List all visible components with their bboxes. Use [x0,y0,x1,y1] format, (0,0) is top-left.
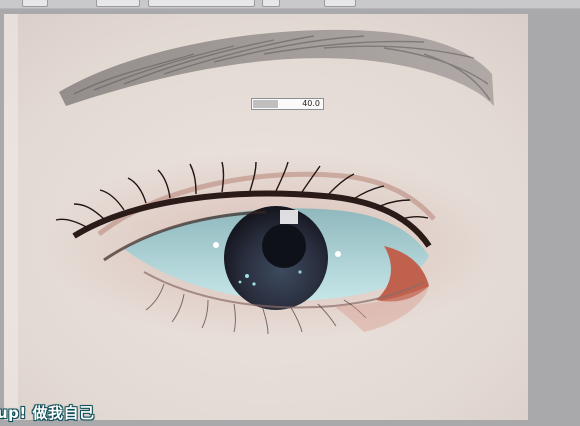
eye-painting [4,14,528,420]
brush-size-slider[interactable]: 40.0 [251,98,324,110]
toolbar-button[interactable] [262,0,280,7]
toolbar-button[interactable] [148,0,255,7]
brush-size-value: 40.0 [302,99,320,108]
brush-size-fill [253,100,278,108]
toolbar-button[interactable] [324,0,356,7]
toolbar-button[interactable] [96,0,140,7]
toolbar-button[interactable] [22,0,48,7]
drawing-canvas[interactable]: 40.0 [4,14,528,420]
top-toolbar [0,0,580,9]
subtitle-caption: up! 做我自己 [0,404,95,422]
workspace-background [528,14,580,420]
